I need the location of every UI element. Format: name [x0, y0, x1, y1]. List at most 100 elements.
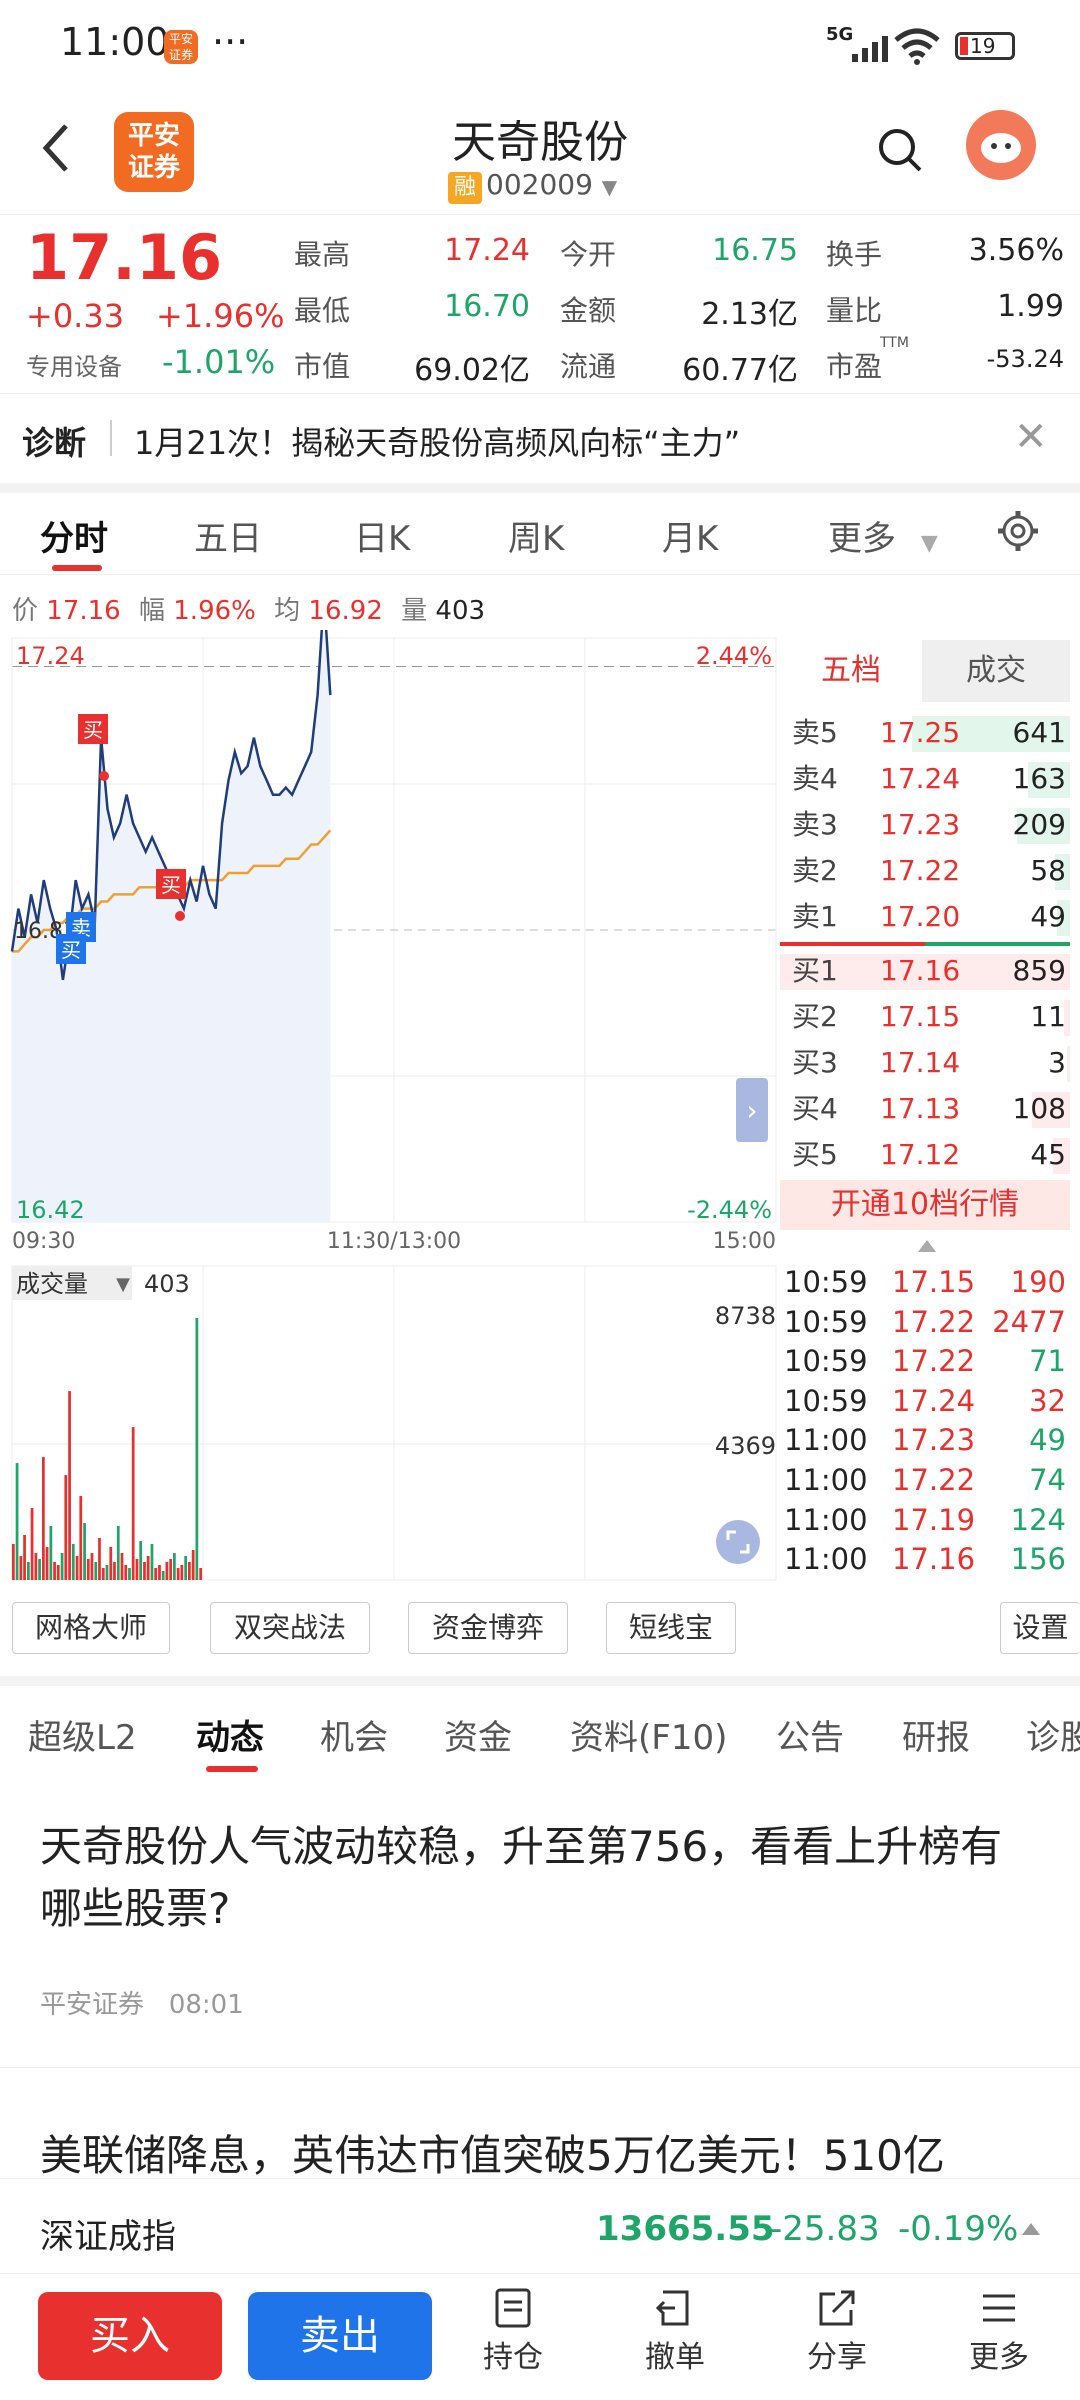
- stock-code-selector[interactable]: 融 002009 ▼: [448, 168, 617, 204]
- trade-volume: 124: [1010, 1502, 1066, 1537]
- sell-button[interactable]: 卖出: [248, 2292, 432, 2380]
- tab-intraday[interactable]: 分时: [40, 511, 108, 560]
- trade-price: 17.22: [892, 1463, 976, 1497]
- svg-text:买: 买: [61, 938, 81, 962]
- tool-double-breakout[interactable]: 双突战法: [210, 1602, 370, 1654]
- status-time: 11:00: [60, 20, 170, 64]
- trade-time: 10:59: [784, 1265, 868, 1299]
- volume-chart[interactable]: 成交量 ▼ 403 8738 4369: [0, 1262, 780, 1582]
- assistant-avatar[interactable]: [966, 110, 1036, 180]
- trade-marker[interactable]: 买: [78, 714, 108, 744]
- volume-bar: [60, 1553, 64, 1580]
- tab-opportunities[interactable]: 机会: [320, 1710, 388, 1759]
- bid-row[interactable]: 买1 17.16 859: [780, 948, 1070, 994]
- bid-row[interactable]: 买4 17.13 108: [780, 1086, 1070, 1132]
- tab-f10[interactable]: 资料(F10): [570, 1710, 727, 1759]
- trade-marker[interactable]: 买: [56, 934, 86, 964]
- ask-row[interactable]: 卖5 17.25 641: [780, 710, 1070, 756]
- quote-field-value: 16.75: [712, 233, 798, 268]
- battery-icon: 19: [955, 32, 1015, 60]
- tab-super-l2[interactable]: 超级L2: [28, 1710, 137, 1759]
- diagnosis-news[interactable]: 1月21次！揭秘天奇股份高频风向标“主力”: [134, 418, 740, 464]
- bid-level: 买1: [792, 954, 838, 987]
- tab-announcements[interactable]: 公告: [776, 1710, 844, 1759]
- diagnosis-label: 诊断: [22, 424, 87, 462]
- scroll-up-icon[interactable]: [918, 1240, 936, 1252]
- tab-funds[interactable]: 资金: [444, 1710, 512, 1759]
- volume-bar: [199, 1568, 203, 1580]
- volume-bar: [34, 1553, 38, 1580]
- intraday-chart[interactable]: 17.2416.422.44%-2.44%16.83买买卖买09:30 11:30…: [0, 630, 780, 1250]
- bid-row[interactable]: 买5 17.12 45: [780, 1132, 1070, 1178]
- tab-diagnosis[interactable]: 诊股: [1026, 1710, 1080, 1759]
- axis-top-pct: 2.44%: [696, 642, 772, 670]
- tab-weekly-k[interactable]: 周K: [508, 511, 564, 560]
- trade-volume: 190: [1010, 1265, 1066, 1299]
- wifi-icon: [894, 28, 940, 65]
- tab-monthly-k[interactable]: 月K: [662, 511, 718, 560]
- open-ten-levels-button[interactable]: 开通10档行情: [780, 1180, 1070, 1230]
- quote-field-label: 量比: [826, 294, 883, 327]
- close-icon[interactable]: ✕: [1014, 414, 1048, 460]
- tool-short-term[interactable]: 短线宝: [606, 1602, 736, 1654]
- bid-row[interactable]: 买3 17.14 3: [780, 1040, 1070, 1086]
- svg-text:›: ›: [746, 1094, 757, 1127]
- ask-price: 17.24: [880, 762, 961, 795]
- tab-five-levels[interactable]: 五档: [780, 640, 922, 702]
- nav-more[interactable]: 更多: [944, 2288, 1054, 2388]
- expand-panel-button[interactable]: ›: [736, 1078, 768, 1142]
- bid-row[interactable]: 买2 17.15 11: [780, 994, 1070, 1040]
- ask-row[interactable]: 卖3 17.23 209: [780, 802, 1070, 848]
- trade-volume: 2477: [992, 1304, 1066, 1339]
- ask-row[interactable]: 卖1 17.20 49: [780, 894, 1070, 940]
- trade-time: 11:00: [784, 1502, 868, 1537]
- tab-daily-k[interactable]: 日K: [354, 511, 410, 560]
- article-title[interactable]: 美联储降息，英伟达市值突破5万亿美元！510亿: [40, 2122, 1080, 2178]
- trade-volume: 32: [1029, 1383, 1066, 1418]
- volume-bar: [120, 1553, 124, 1580]
- diagnosis-bar[interactable]: 诊断 1月21次！揭秘天奇股份高频风向标“主力” ✕: [0, 393, 1080, 483]
- volume-bar: [101, 1568, 105, 1580]
- nav-positions[interactable]: 持仓: [458, 2288, 568, 2388]
- article-title[interactable]: 天奇股份人气波动较稳，升至第756，看看上升榜有哪些股票?: [40, 1816, 1020, 1940]
- trade-marker[interactable]: 买: [156, 869, 186, 899]
- industry-label[interactable]: 专用设备: [26, 347, 122, 382]
- info-vol-label: 量: [401, 596, 428, 626]
- nav-cancel-order[interactable]: 撤单: [620, 2288, 730, 2388]
- divider: [110, 420, 112, 456]
- tab-trades[interactable]: 成交: [922, 640, 1070, 702]
- bid-level: 买5: [792, 1138, 838, 1171]
- expand-up-icon[interactable]: [1022, 2223, 1040, 2235]
- industry-change: -1.01%: [162, 343, 276, 381]
- tab-five-day[interactable]: 五日: [194, 511, 262, 560]
- volume-selector[interactable]: 成交量 ▼: [12, 1266, 132, 1300]
- tool-capital-game[interactable]: 资金博弈: [408, 1602, 568, 1654]
- tab-dynamics[interactable]: 动态: [196, 1710, 264, 1759]
- trade-row: 10:59 17.24 32: [780, 1381, 1070, 1421]
- search-icon[interactable]: [876, 126, 924, 174]
- index-ticker[interactable]: 深证成指 13665.55 -25.83 -0.19%: [0, 2178, 1080, 2274]
- tab-more[interactable]: 更多 ▼: [828, 511, 938, 560]
- article-item[interactable]: 美联储降息，英伟达市值突破5万亿美元！510亿: [0, 2078, 1080, 2178]
- volume-max-tick: 8738: [715, 1302, 776, 1330]
- trade-price: 17.15: [892, 1265, 976, 1299]
- tool-settings[interactable]: 设置: [1000, 1602, 1080, 1654]
- nav-share[interactable]: 分享: [782, 2288, 892, 2388]
- ask-row[interactable]: 卖2 17.22 58: [780, 848, 1070, 894]
- quote-field-value: 17.24: [444, 233, 530, 268]
- fullscreen-button[interactable]: [716, 1520, 760, 1564]
- info-price-label: 价: [12, 596, 39, 626]
- ask-row[interactable]: 卖4 17.24 163: [780, 756, 1070, 802]
- section-divider: [0, 483, 1080, 493]
- tool-bar: 网格大师 双突战法 资金博弈 短线宝 设置: [0, 1598, 1080, 1658]
- article-item[interactable]: 天奇股份人气波动较稳，升至第756，看看上升榜有哪些股票? 平安证券 08:01: [0, 1778, 1080, 2068]
- trade-row: 11:00 17.22 74: [780, 1460, 1070, 1500]
- trade-price: 17.19: [892, 1502, 976, 1537]
- volume-bar: [184, 1556, 188, 1580]
- tool-grid-master[interactable]: 网格大师: [12, 1602, 170, 1654]
- bid-volume: 45: [1030, 1138, 1066, 1171]
- tab-research[interactable]: 研报: [902, 1710, 970, 1759]
- volume-bar: [143, 1562, 146, 1580]
- gear-icon[interactable]: [996, 509, 1040, 553]
- buy-button[interactable]: 买入: [38, 2292, 222, 2380]
